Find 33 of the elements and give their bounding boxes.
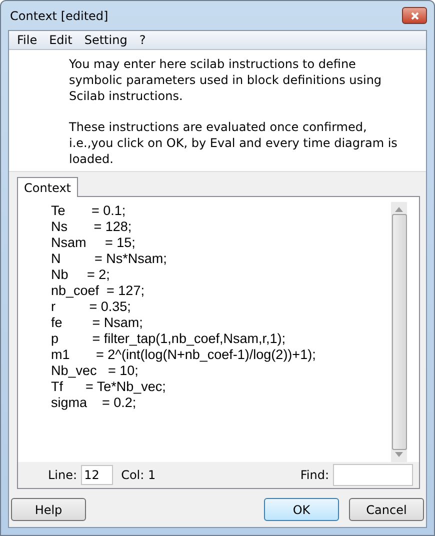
code-line: m1 = 2^(int(log(N+nb_coef-1)/log(2))+1); <box>51 347 317 363</box>
code-line: Nb_vec = 10; <box>51 363 140 379</box>
window-title: Context [edited] <box>9 8 108 22</box>
menu-item[interactable]: ? <box>133 33 152 47</box>
code-line: Tf = Te*Nb_vec; <box>51 379 167 395</box>
cancel-button[interactable]: Cancel <box>349 498 424 521</box>
menu-item[interactable]: Setting <box>78 33 134 47</box>
ok-button[interactable]: OK <box>264 498 339 521</box>
close-icon <box>410 12 418 20</box>
info-paragraph: You may enter here scilab instructions to define symbolic parameters used in block definitions using Scilab instructions. <box>69 56 383 104</box>
scroll-down-icon <box>395 452 403 457</box>
help-button[interactable]: Help <box>11 498 86 521</box>
code-line: nb_coef = 127; <box>51 283 146 299</box>
code-line: fe = Nsam; <box>51 315 144 331</box>
code-line: r = 0.35; <box>51 299 132 315</box>
menu-item[interactable]: Edit <box>43 33 78 47</box>
info-paragraph: These instructions are evaluated once confirmed, i.e.,you click on OK, by Eval and every time diagram is loaded. <box>69 119 398 167</box>
find-label: Find: <box>300 468 329 482</box>
code-line: N = Ns*Nsam; <box>51 251 168 267</box>
code-line: sigma = 0.2; <box>51 395 138 411</box>
code-line: Nsam = 15; <box>51 235 136 251</box>
line-field[interactable]: 12 <box>81 465 114 485</box>
code-line: Ns = 128; <box>51 219 133 235</box>
column-label: Col: 1 <box>121 468 156 482</box>
find-field[interactable] <box>333 464 413 486</box>
scroll-up-icon <box>395 207 403 212</box>
menu-item[interactable]: File <box>11 33 44 47</box>
tab[interactable]: Context <box>17 177 78 197</box>
code-line: p = filter_tap(1,nb_coef,Nsam,r,1); <box>51 331 286 347</box>
code-line: Nb = 2; <box>51 267 111 283</box>
code-line: Te = 0.1; <box>51 203 127 219</box>
line-label: Line: <box>48 468 78 482</box>
close-button[interactable] <box>402 7 427 24</box>
